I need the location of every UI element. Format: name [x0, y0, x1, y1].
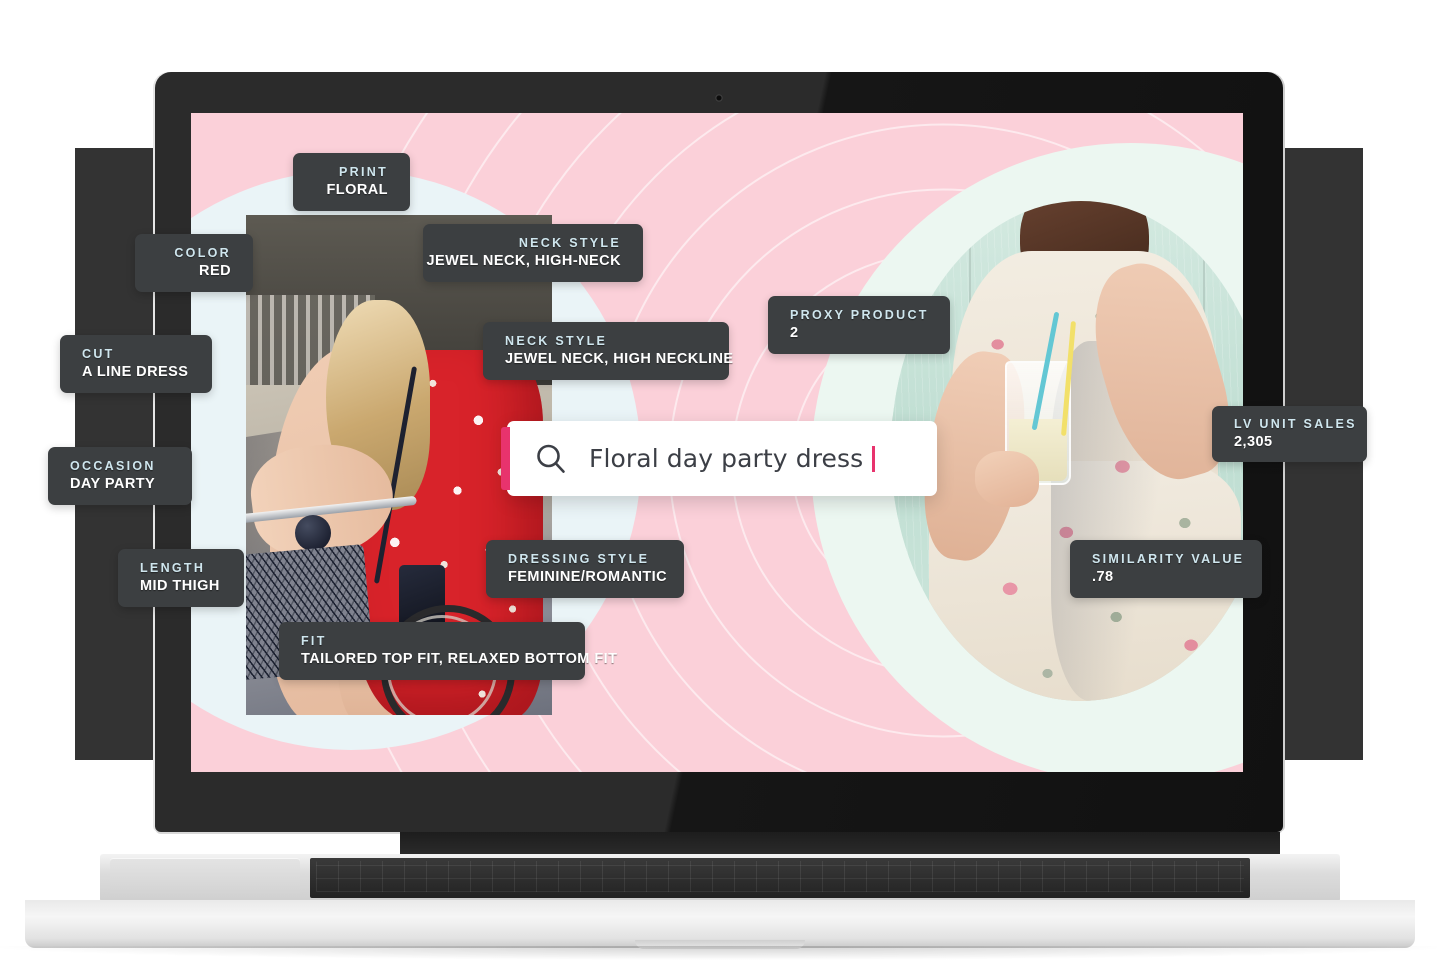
chip-value: A LINE DRESS: [82, 363, 189, 380]
laptop-keyboard[interactable]: [310, 858, 1250, 898]
photo-model-hand: [974, 451, 1039, 507]
chip-value: JEWEL NECK, HIGH-NECK: [426, 252, 621, 269]
chip-key: NECK STYLE: [505, 333, 608, 348]
chip-value: 2: [790, 324, 799, 341]
attribute-chip-neck-style-secondary[interactable]: NECK STYLE JEWEL NECK, HIGH NECKLINE: [483, 322, 733, 380]
search-bar[interactable]: Floral day party dress: [501, 421, 937, 496]
chip-value: MID THIGH: [140, 577, 220, 594]
chip-value: TAILORED TOP FIT, RELAXED BOTTOM FIT: [301, 650, 618, 667]
laptop-shadow: [0, 946, 1437, 960]
chip-value: 2,305: [1234, 433, 1273, 450]
chip-value: FEMININE/ROMANTIC: [508, 568, 668, 585]
webcam-dot-icon: [715, 94, 723, 102]
chip-key: SIMILARITY VALUE: [1092, 551, 1245, 566]
attribute-chip-lv-unit-sales[interactable]: LV UNIT SALES 2,305: [1212, 406, 1367, 462]
chip-value: DAY PARTY: [70, 475, 156, 492]
chip-value: RED: [199, 262, 231, 279]
attribute-chip-color[interactable]: COLOR RED: [135, 234, 253, 292]
search-accent-bar: [501, 427, 510, 490]
attribute-chip-cut[interactable]: CUT A LINE DRESS: [60, 335, 212, 393]
chip-key: COLOR: [174, 245, 231, 260]
chip-key: DRESSING STYLE: [508, 551, 650, 566]
attribute-chip-print[interactable]: PRINT FLORAL: [293, 153, 410, 211]
scene-root: Floral day party dress PRINT FLORAL COLO…: [0, 0, 1437, 980]
chip-value: FLORAL: [326, 181, 388, 198]
text-caret: [872, 445, 876, 472]
chip-key: OCCASION: [70, 458, 156, 473]
chip-key: LENGTH: [140, 560, 206, 575]
chip-key: NECK STYLE: [518, 235, 621, 250]
attribute-chip-similarity-value[interactable]: SIMILARITY VALUE .78: [1070, 540, 1262, 598]
chip-key: FIT: [301, 633, 327, 648]
chip-key: CUT: [82, 346, 115, 361]
chip-value: JEWEL NECK, HIGH NECKLINE: [505, 350, 734, 367]
photo-bicycle-bell: [294, 515, 331, 551]
chip-key: LV UNIT SALES: [1234, 416, 1357, 431]
chip-key: PRINT: [339, 164, 388, 179]
attribute-chip-dressing-style[interactable]: DRESSING STYLE FEMININE/ROMANTIC: [486, 540, 684, 598]
search-icon: [535, 443, 567, 475]
attribute-chip-neck-style-primary[interactable]: NECK STYLE JEWEL NECK, HIGH-NECK: [423, 224, 643, 282]
chip-value: .78: [1092, 568, 1114, 585]
search-input[interactable]: Floral day party dress: [589, 444, 863, 473]
attribute-chip-fit[interactable]: FIT TAILORED TOP FIT, RELAXED BOTTOM FIT: [279, 622, 617, 680]
chip-key: PROXY PRODUCT: [790, 307, 929, 322]
attribute-chip-length[interactable]: LENGTH MID THIGH: [118, 549, 244, 607]
proxy-product-photo[interactable]: [891, 201, 1243, 701]
attribute-chip-proxy-product[interactable]: PROXY PRODUCT 2: [768, 296, 950, 354]
proxy-product-photo-art: [891, 201, 1243, 701]
laptop-trackpad[interactable]: [110, 858, 300, 896]
attribute-chip-occasion[interactable]: OCCASION DAY PARTY: [48, 447, 192, 505]
